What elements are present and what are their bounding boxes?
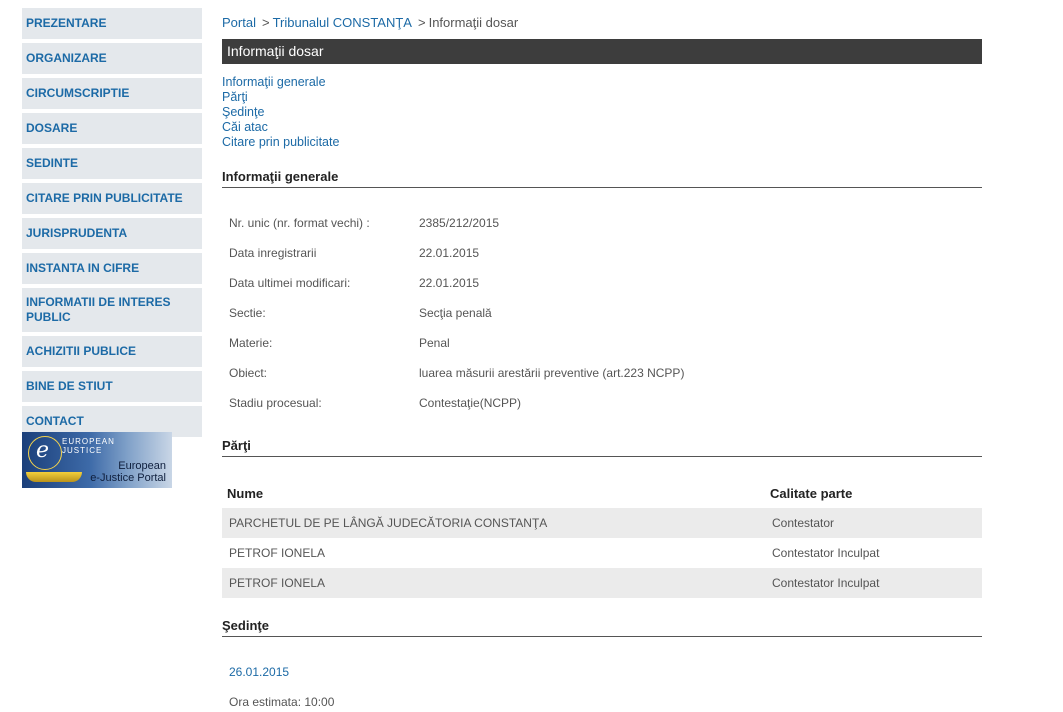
- info-label: Obiect:: [229, 366, 268, 380]
- nav-item-bine-de-stiut[interactable]: BINE DE STIUT: [22, 371, 202, 402]
- info-value: 2385/212/2015: [419, 216, 500, 230]
- info-value: luarea măsurii arestării preventive (art…: [419, 366, 685, 380]
- info-label: Data ultimei modificari:: [229, 276, 351, 290]
- nav-item-interes-public[interactable]: INFORMATII DE INTERES PUBLIC: [22, 288, 202, 332]
- party-name: PETROF IONELA: [229, 546, 326, 560]
- info-value: 22.01.2015: [419, 276, 480, 290]
- breadcrumb-court-link[interactable]: Tribunalul CONSTANŢA: [273, 15, 412, 30]
- justice-scale-icon: [26, 472, 82, 482]
- nav-item-achizitii[interactable]: ACHIZITII PUBLICE: [22, 336, 202, 367]
- nav-item-prezentare[interactable]: PREZENTARE: [22, 8, 202, 39]
- sidebar-nav: PREZENTARE ORGANIZARE CIRCUMSCRIPTIE DOS…: [22, 8, 202, 441]
- page-title: Informaţii dosar: [222, 39, 982, 64]
- info-label: Sectie:: [229, 306, 266, 320]
- info-label: Nr. unic (nr. format vechi) :: [229, 216, 370, 230]
- info-label: Materie:: [229, 336, 273, 350]
- nav-item-jurisprudenta[interactable]: JURISPRUDENTA: [22, 218, 202, 249]
- section-anchor-links: Informaţii generale Părţi Şedinţe Căi at…: [222, 75, 339, 150]
- ejustice-caption: European e-Justice Portal: [90, 460, 166, 484]
- section-heading-parti: Părţi: [222, 438, 982, 457]
- info-label: Stadiu procesual:: [229, 396, 322, 410]
- info-label: Data inregistrarii: [229, 246, 317, 260]
- breadcrumb-separator: >: [261, 15, 270, 30]
- section-heading-sedinte: Şedinţe: [222, 618, 982, 637]
- info-value: Contestaţie(NCPP): [419, 396, 522, 410]
- anchor-citare[interactable]: Citare prin publicitate: [222, 135, 339, 150]
- breadcrumb: Portal > Tribunalul CONSTANŢA > Informaţii d…: [222, 15, 518, 30]
- anchor-parti[interactable]: Părţi: [222, 90, 339, 105]
- hearing-time: Ora estimata: 10:00: [229, 695, 335, 709]
- info-value: Secţia penală: [419, 306, 492, 320]
- column-header-nume: Nume: [227, 486, 264, 501]
- hearing-date-link[interactable]: 26.01.2015: [229, 665, 289, 679]
- anchor-informatii-generale[interactable]: Informaţii generale: [222, 75, 339, 90]
- breadcrumb-separator: >: [417, 15, 426, 30]
- anchor-sedinte[interactable]: Şedinţe: [222, 105, 339, 120]
- section-heading-general: Informaţii generale: [222, 169, 982, 188]
- info-value: Penal: [419, 336, 450, 350]
- party-role: Contestator Inculpat: [772, 576, 880, 590]
- table-row: PETROF IONELA Contestator Inculpat: [222, 568, 982, 598]
- column-header-calitate: Calitate parte: [770, 486, 853, 501]
- breadcrumb-portal-link[interactable]: Portal: [222, 15, 256, 30]
- table-row: PARCHETUL DE PE LÂNGĂ JUDECĂTORIA CONSTA…: [222, 508, 982, 538]
- ejustice-logo-letter: e: [36, 438, 50, 463]
- ejustice-portal-banner[interactable]: e EUROPEAN JUSTICE European e-Justice Port…: [22, 432, 172, 488]
- anchor-cai-atac[interactable]: Căi atac: [222, 120, 339, 135]
- party-role: Contestator: [772, 516, 835, 530]
- nav-item-citare[interactable]: CITARE PRIN PUBLICITATE: [22, 183, 202, 214]
- info-value: 22.01.2015: [419, 246, 480, 260]
- party-name: PETROF IONELA: [229, 576, 326, 590]
- party-name: PARCHETUL DE PE LÂNGĂ JUDECĂTORIA CONSTA…: [229, 516, 548, 530]
- nav-item-organizare[interactable]: ORGANIZARE: [22, 43, 202, 74]
- table-row: PETROF IONELA Contestator Inculpat: [222, 538, 982, 568]
- nav-item-dosare[interactable]: DOSARE: [22, 113, 202, 144]
- party-role: Contestator Inculpat: [772, 546, 880, 560]
- nav-item-instanta-in-cifre[interactable]: INSTANTA IN CIFRE: [22, 253, 202, 284]
- nav-item-circumscriptie[interactable]: CIRCUMSCRIPTIE: [22, 78, 202, 109]
- nav-item-sedinte[interactable]: SEDINTE: [22, 148, 202, 179]
- ejustice-logo-text: EUROPEAN JUSTICE: [62, 437, 115, 455]
- breadcrumb-current: Informaţii dosar: [428, 15, 519, 30]
